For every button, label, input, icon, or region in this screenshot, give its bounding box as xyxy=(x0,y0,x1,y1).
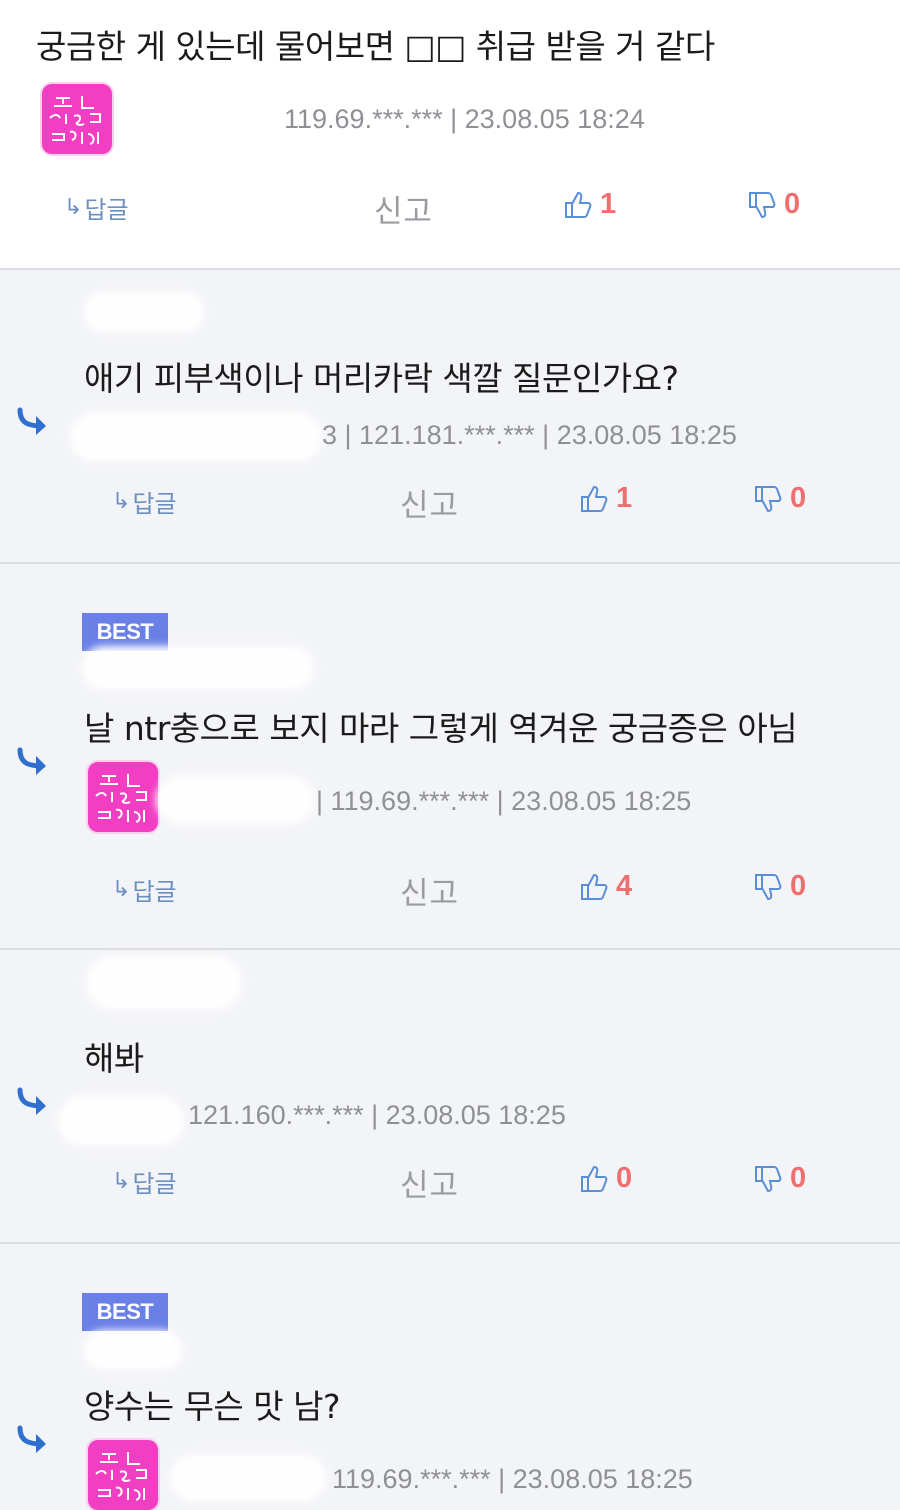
redacted-nickname xyxy=(82,646,314,690)
user-avatar[interactable] xyxy=(42,84,112,154)
thumbs-up-icon xyxy=(581,1165,608,1192)
reply-comment: BEST 양수는 무슨 맛 남? 119.69.***.*** | 23.08.… xyxy=(0,1244,900,1510)
thumbs-up-icon xyxy=(581,873,608,900)
like-button[interactable]: 0 xyxy=(578,1162,632,1195)
redacted-nickname xyxy=(170,1454,326,1502)
redacted-nickname xyxy=(86,956,242,1010)
reply-button[interactable]: ↳ 답글 xyxy=(112,1164,177,1199)
reply-small-arrow-icon: ↳ xyxy=(112,489,131,514)
report-button[interactable]: 신고 xyxy=(400,480,459,525)
comment-text: 양수는 무슨 맛 남? xyxy=(84,1387,341,1426)
dislike-count: 0 xyxy=(790,482,807,514)
reply-comment: 해봐 121.160.***.*** | 23.08.05 18:25 ↳ 답글… xyxy=(0,950,900,1242)
comment-meta: 3 | 121.181.***.*** | 23.08.05 18:25 xyxy=(322,420,737,450)
reply-small-arrow-icon: ↳ xyxy=(112,877,131,902)
thumbs-down-icon xyxy=(755,485,782,512)
reply-small-arrow-icon: ↳ xyxy=(64,195,83,220)
like-count: 1 xyxy=(616,482,633,514)
comment-text: 날 ntr충으로 보지 마라 그렇게 역겨운 궁금증은 아님 xyxy=(84,709,798,748)
redacted-nickname xyxy=(58,1096,184,1146)
thumbs-up-icon xyxy=(581,485,608,512)
report-button[interactable]: 신고 xyxy=(400,868,459,913)
reply-label: 답글 xyxy=(84,196,129,224)
dislike-count: 0 xyxy=(784,188,801,220)
comment-meta: | 119.69.***.*** | 23.08.05 18:25 xyxy=(316,786,692,816)
user-avatar[interactable] xyxy=(88,762,158,832)
like-button[interactable]: 4 xyxy=(578,870,632,903)
reply-arrow-icon xyxy=(16,1086,50,1116)
comment-meta: 119.69.***.*** | 23.08.05 18:24 xyxy=(284,104,645,134)
reply-button[interactable]: ↳ 답글 xyxy=(112,484,177,519)
like-count: 1 xyxy=(600,188,617,220)
report-button[interactable]: 신고 xyxy=(374,186,433,231)
thumbs-down-icon xyxy=(755,1165,782,1192)
comment-meta: 121.160.***.*** | 23.08.05 18:25 xyxy=(188,1100,566,1130)
redacted-nickname xyxy=(156,776,314,824)
comment-meta: 119.69.***.*** | 23.08.05 18:25 xyxy=(332,1464,693,1494)
reply-arrow-icon xyxy=(16,406,50,436)
dislike-button[interactable]: 0 xyxy=(752,870,806,903)
redacted-nickname xyxy=(70,412,322,462)
user-avatar[interactable] xyxy=(88,1440,158,1510)
comment-root: 궁금한 게 있는데 물어보면 □□ 취급 받을 거 같다 119.69.***.… xyxy=(0,0,900,268)
reply-small-arrow-icon: ↳ xyxy=(112,1169,131,1194)
reply-label: 답글 xyxy=(132,490,177,518)
comment-text: 궁금한 게 있는데 물어보면 □□ 취급 받을 거 같다 xyxy=(36,27,715,66)
thumbs-up-icon xyxy=(565,191,592,218)
best-badge: BEST xyxy=(82,1293,168,1331)
redacted-nickname xyxy=(84,1330,182,1370)
reply-button[interactable]: ↳ 답글 xyxy=(64,190,129,225)
reply-arrow-icon xyxy=(16,746,50,776)
like-button[interactable]: 1 xyxy=(578,482,632,515)
thumbs-down-icon xyxy=(755,873,782,900)
comment-text: 애기 피부색이나 머리카락 색깔 질문인가요? xyxy=(84,359,679,398)
reply-label: 답글 xyxy=(132,1170,177,1198)
dislike-button[interactable]: 0 xyxy=(752,1162,806,1195)
dislike-count: 0 xyxy=(790,870,807,902)
dislike-count: 0 xyxy=(790,1162,807,1194)
reply-comment: 애기 피부색이나 머리카락 색깔 질문인가요? 3 | 121.181.***.… xyxy=(0,270,900,562)
reply-label: 답글 xyxy=(132,878,177,906)
reply-button[interactable]: ↳ 답글 xyxy=(112,872,177,907)
reply-arrow-icon xyxy=(16,1424,50,1454)
reply-comment: BEST 날 ntr충으로 보지 마라 그렇게 역겨운 궁금증은 아님 | 11… xyxy=(0,564,900,948)
like-button[interactable]: 1 xyxy=(562,188,616,221)
dislike-button[interactable]: 0 xyxy=(752,482,806,515)
like-count: 4 xyxy=(616,870,633,902)
like-count: 0 xyxy=(616,1162,633,1194)
redacted-nickname xyxy=(84,292,204,332)
comment-thread: 궁금한 게 있는데 물어보면 □□ 취급 받을 거 같다 119.69.***.… xyxy=(0,0,900,1510)
thumbs-down-icon xyxy=(749,191,776,218)
dislike-button[interactable]: 0 xyxy=(746,188,800,221)
comment-text: 해봐 xyxy=(84,1039,144,1078)
report-button[interactable]: 신고 xyxy=(400,1160,459,1205)
